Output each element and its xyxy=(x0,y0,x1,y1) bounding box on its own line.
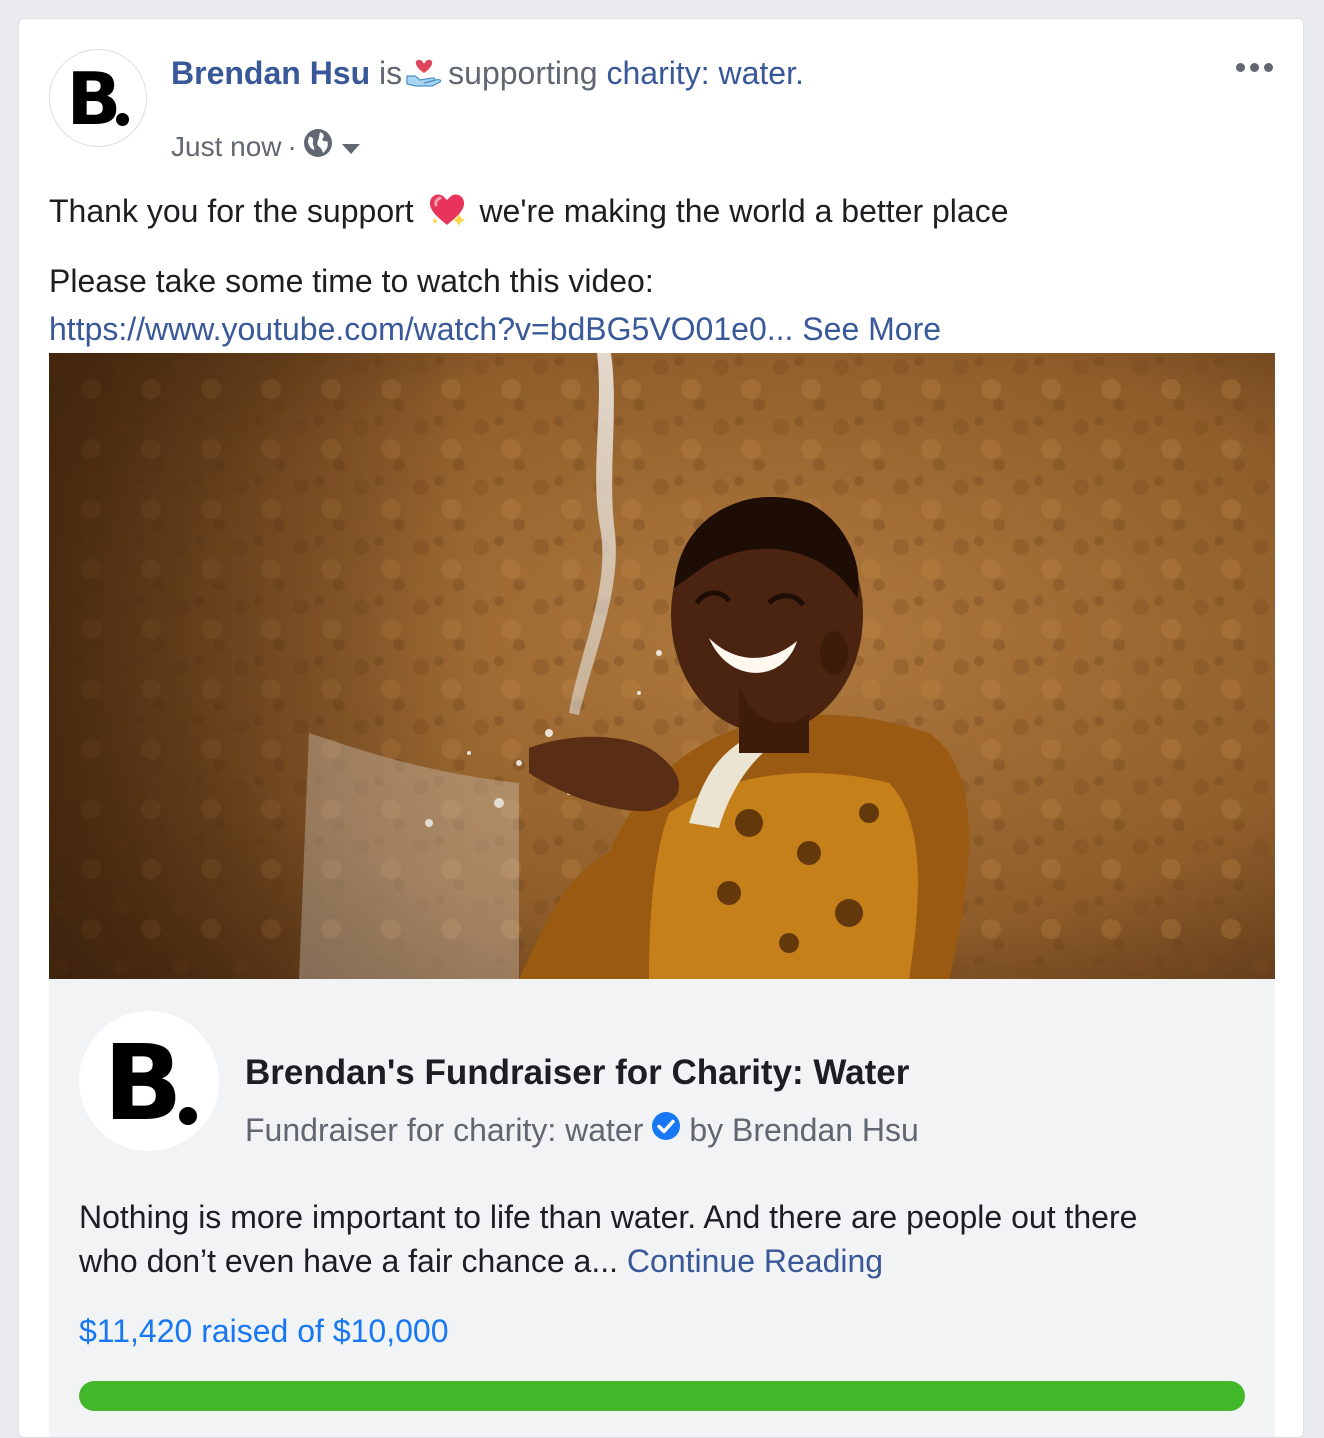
fundraiser-beneficiary: Fundraiser for charity: water xyxy=(245,1111,644,1148)
activity-text: supporting xyxy=(448,55,598,91)
fundraiser-avatar-dot xyxy=(179,1107,197,1125)
timestamp[interactable]: Just now xyxy=(171,131,282,163)
charity-link[interactable]: charity: water. xyxy=(606,55,803,91)
fundraiser-title[interactable]: Brendan's Fundraiser for Charity: Water xyxy=(245,1053,909,1093)
see-more-link[interactable]: See More xyxy=(802,311,941,347)
fundraiser-progress-fill xyxy=(79,1381,1245,1411)
post-body: Thank you for the support we're making t… xyxy=(49,187,1273,353)
verified-badge-icon xyxy=(651,1111,681,1149)
giving-hands-heart-icon xyxy=(406,58,444,96)
fundraiser-progress-bar xyxy=(79,1381,1245,1411)
author-name-link[interactable]: Brendan Hsu xyxy=(171,55,370,91)
fundraiser-description-text: Nothing is more important to life than w… xyxy=(79,1199,1138,1279)
post-text-part-a: Thank you for the support xyxy=(49,193,414,229)
fundraiser-progress-text: $11,420 raised of $10,000 xyxy=(79,1313,449,1349)
fundraiser-photo[interactable] xyxy=(49,353,1275,979)
post-text-line-1: Thank you for the support we're making t… xyxy=(49,187,1273,241)
continue-reading-link[interactable]: Continue Reading xyxy=(627,1243,883,1279)
privacy-dropdown-chevron-down-icon[interactable] xyxy=(341,131,361,163)
fundraiser-subtitle: Fundraiser for charity: water by Brendan… xyxy=(245,1111,919,1149)
more-options-icon[interactable] xyxy=(1236,63,1273,72)
youtube-link[interactable]: https://www.youtube.com/watch?v=bdBG5VO0… xyxy=(49,311,793,347)
meta-separator: · xyxy=(287,130,297,162)
fundraiser-description: Nothing is more important to life than w… xyxy=(79,1195,1199,1283)
post-text-line-2: Please take some time to watch this vide… xyxy=(49,257,1273,353)
fundraiser-organizer: by Brendan Hsu xyxy=(689,1111,919,1148)
post-header: Brendan Hsu is supporting charity: water… xyxy=(171,55,804,96)
fundraiser-attachment[interactable]: B Brendan's Fundraiser for Charity: Wate… xyxy=(49,979,1275,1437)
child-with-water-image xyxy=(49,353,1275,979)
fundraiser-avatar-letter: B xyxy=(103,1022,183,1144)
post-card: B Brendan Hsu is supporting charity: wat… xyxy=(18,18,1304,1438)
avatar-dot xyxy=(116,113,129,126)
verb-text: is xyxy=(379,55,403,91)
post-text-part-b: we're making the world a better place xyxy=(479,193,1009,229)
globe-icon[interactable] xyxy=(303,128,333,165)
author-avatar[interactable]: B xyxy=(49,49,147,147)
avatar-letter: B xyxy=(66,57,122,141)
post-meta: Just now · xyxy=(171,128,361,165)
sparkling-heart-icon xyxy=(427,190,467,241)
post-text-video-prompt: Please take some time to watch this vide… xyxy=(49,263,654,299)
fundraiser-avatar[interactable]: B xyxy=(79,1011,219,1151)
